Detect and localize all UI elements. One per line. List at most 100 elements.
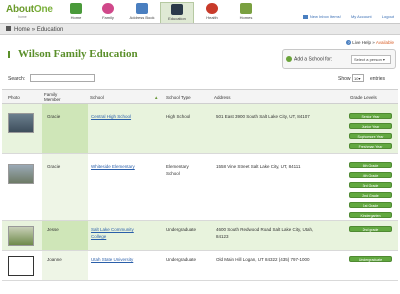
col-header-school-type[interactable]: School Type <box>166 95 191 100</box>
family-member-name: Gracie <box>47 164 61 169</box>
table-row: Gracie Central High School High School 5… <box>2 104 398 154</box>
col-header-address[interactable]: Address <box>214 95 231 100</box>
col-header-family-member[interactable]: Family Member <box>44 92 74 102</box>
top-nav-bar: AboutOne home Home Family Address Book E… <box>0 0 400 24</box>
search-input[interactable] <box>30 74 95 82</box>
grade-level-button[interactable]: 2nd grade <box>349 226 392 232</box>
inbox-link-label: New Inbox Items! <box>309 14 341 19</box>
school-type-line2: School <box>166 171 180 176</box>
table-header: Photo Family Member School ▲ School Type… <box>2 89 398 104</box>
family-member-cell <box>42 221 88 250</box>
grade-level-button[interactable]: Kindergarten <box>349 212 392 218</box>
school-address: Old Main Hill Logan, UT 84322 (435) 797-… <box>216 257 310 262</box>
help-icon: ? <box>346 40 352 45</box>
family-member-name: Jesse <box>47 227 59 232</box>
family-member-name: Joanne <box>47 257 62 262</box>
logo-subtitle: home <box>18 15 27 19</box>
school-address: 1558 Vine Street Salt Lake City, UT, 841… <box>216 164 301 169</box>
apple-icon <box>206 3 218 14</box>
school-address: 501 East 3900 South Salt Lake City, UT, … <box>216 114 310 119</box>
breadcrumb-current: Education <box>36 27 64 33</box>
family-member-cell <box>42 104 88 153</box>
add-icon <box>286 56 292 62</box>
homes-icon <box>240 3 252 14</box>
add-school-label: Add a School for: <box>294 56 333 63</box>
nav-tab-label: Homes <box>239 15 253 20</box>
grade-level-button[interactable]: 4th Grade <box>349 172 392 178</box>
person-select[interactable]: Select a person ▾ <box>351 55 391 64</box>
school-photo <box>8 113 34 133</box>
person-select-value: Select a person <box>354 57 382 62</box>
grade-level-button[interactable]: Freshman Year <box>349 143 392 149</box>
search-label: Search: <box>8 76 26 82</box>
school-link[interactable]: Whiteside Elementary <box>91 164 135 170</box>
grade-level-button[interactable]: Undergraduate <box>349 256 392 262</box>
nav-tab-address-book[interactable]: Address Book <box>124 2 160 23</box>
grade-level-button[interactable]: 6th Grade <box>349 162 392 168</box>
school-photo <box>8 226 34 246</box>
logo-text-main: About <box>6 4 34 15</box>
nav-tab-health[interactable]: Health <box>196 2 228 23</box>
grade-level-button[interactable]: 1st Grade <box>349 202 392 208</box>
home-icon[interactable] <box>6 26 11 31</box>
address-book-icon <box>136 3 148 14</box>
nav-tab-family[interactable]: Family <box>92 2 124 23</box>
school-type: Undergraduate <box>166 257 197 262</box>
nav-tab-education[interactable]: Education <box>160 2 194 23</box>
school-link[interactable]: Central High School <box>91 114 131 120</box>
col-header-photo[interactable]: Photo <box>8 95 20 100</box>
table-row: Gracie Whiteside Elementary Elementary S… <box>2 154 398 221</box>
grade-level-button[interactable]: Senior Year <box>349 113 392 119</box>
col-header-grade-levels[interactable]: Grade Levels <box>350 95 377 100</box>
inbox-icon <box>302 14 308 19</box>
show-label: Show <box>338 76 351 82</box>
nav-tab-home[interactable]: Home <box>60 2 92 23</box>
grade-level-button[interactable]: Junior Year <box>349 123 392 129</box>
school-address: 4600 South Redwood Road Salt Lake City, … <box>216 227 314 232</box>
entries-select-value: 10 <box>354 76 359 81</box>
nav-tab-label: Address Book <box>129 15 155 20</box>
top-links: New Inbox Items! My Account Logout <box>294 14 394 19</box>
entries-select[interactable]: 10▾ <box>352 74 364 82</box>
house-icon <box>70 3 82 14</box>
school-link[interactable]: Salt Lake Community <box>91 227 134 233</box>
logout-link[interactable]: Logout <box>382 14 394 19</box>
school-type: Elementary <box>166 164 189 169</box>
sort-arrow-icon: ▲ <box>154 95 159 100</box>
nav-tab-label: Education <box>168 16 186 21</box>
graduation-cap-icon <box>171 4 183 15</box>
inbox-link[interactable]: New Inbox Items! <box>302 14 341 19</box>
logo-text-accent: One <box>33 4 53 15</box>
heart-icon <box>102 3 114 14</box>
breadcrumb: Home » Education <box>0 24 400 35</box>
add-school-panel: Add a School for: Select a person ▾ <box>282 49 396 69</box>
nav-tab-label: Home <box>70 15 82 20</box>
nav-tab-label: Health <box>206 15 218 20</box>
graduation-icon <box>8 51 16 58</box>
live-help[interactable]: ? Live Help » Available <box>346 40 394 45</box>
live-help-status: Available <box>375 40 394 45</box>
school-link-line2[interactable]: College <box>91 234 106 240</box>
breadcrumb-home[interactable]: Home <box>14 27 30 33</box>
school-link[interactable]: Utah State University <box>91 257 133 263</box>
school-type: Undergraduate <box>166 227 197 232</box>
my-account-link[interactable]: My Account <box>351 14 372 19</box>
table-row: Joanne Utah State University Undergradua… <box>2 251 398 281</box>
app-logo[interactable]: AboutOne <box>6 4 53 15</box>
school-photo <box>8 164 34 184</box>
col-header-school[interactable]: School <box>90 95 104 100</box>
family-member-cell <box>42 251 88 280</box>
grade-level-button[interactable]: Sophomore Year <box>349 133 392 139</box>
school-logo <box>8 256 34 276</box>
nav-tab-homes[interactable]: Homes <box>230 2 262 23</box>
table-row: Jesse Salt Lake Community College Underg… <box>2 221 398 251</box>
page-title: Wilson Family Education <box>18 48 138 60</box>
nav-tab-label: Family <box>102 15 114 20</box>
live-help-label: Live Help <box>352 40 372 45</box>
entries-label: entries <box>370 76 386 82</box>
school-type: High School <box>166 114 191 119</box>
grade-level-button[interactable]: 2nd Grade <box>349 192 392 198</box>
school-address-line2: 84123 <box>216 234 229 239</box>
grade-level-button[interactable]: 3rd Grade <box>349 182 392 188</box>
family-member-name: Gracie <box>47 114 61 119</box>
